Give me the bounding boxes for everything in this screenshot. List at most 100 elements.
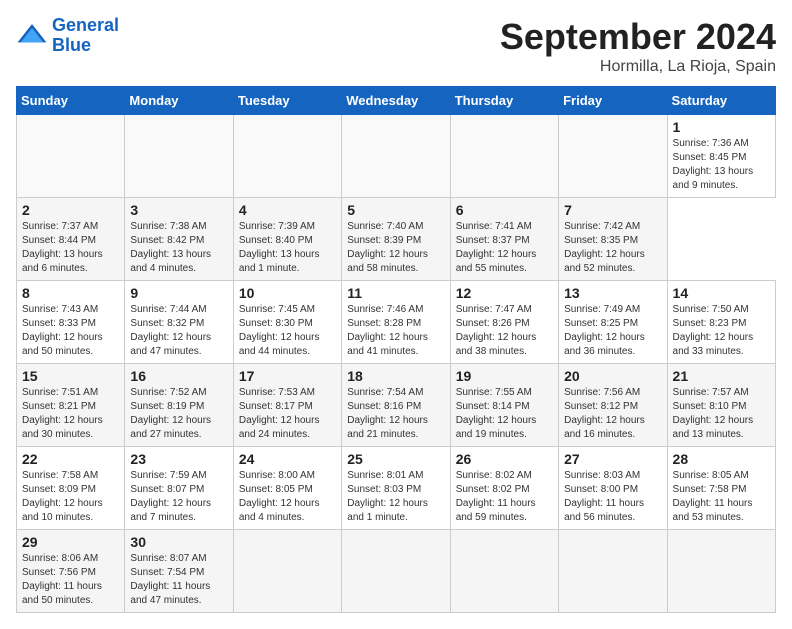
logo-icon <box>16 20 48 52</box>
day-number: 23 <box>130 451 227 467</box>
calendar-cell: 11Sunrise: 7:46 AM Sunset: 8:28 PM Dayli… <box>342 281 450 364</box>
calendar-table: SundayMondayTuesdayWednesdayThursdayFrid… <box>16 86 776 613</box>
calendar-cell: 17 Sunrise: 7:53 AM Sunset: 8:17 PM Dayli… <box>233 364 341 447</box>
calendar-cell: 16 Sunrise: 7:52 AM Sunset: 8:19 PM Dayli… <box>125 364 233 447</box>
month-title: September 2024 <box>500 16 776 58</box>
day-number: 25 <box>347 451 444 467</box>
calendar-cell <box>342 115 450 198</box>
day-info: Sunrise: 7:44 AM Sunset: 8:32 PM Dayligh… <box>130 303 227 359</box>
day-number: 22 <box>22 451 119 467</box>
day-number: 28 <box>673 451 770 467</box>
dow-header-saturday: Saturday <box>667 87 775 115</box>
calendar-cell: 18 Sunrise: 7:54 AM Sunset: 8:16 PM Dayli… <box>342 364 450 447</box>
day-number: 16 <box>130 368 227 384</box>
calendar-cell: 27 Sunrise: 8:03 AM Sunset: 8:00 PM Dayli… <box>559 447 667 530</box>
dow-header-wednesday: Wednesday <box>342 87 450 115</box>
calendar-cell: 20 Sunrise: 7:56 AM Sunset: 8:12 PM Dayli… <box>559 364 667 447</box>
day-number: 10 <box>239 285 336 301</box>
day-info: Sunrise: 7:59 AM Sunset: 8:07 PM Dayligh… <box>130 469 227 525</box>
day-number: 8 <box>22 285 119 301</box>
title-area: September 2024 Hormilla, La Rioja, Spain <box>500 16 776 76</box>
day-number: 5 <box>347 202 444 218</box>
calendar-cell <box>233 115 341 198</box>
day-number: 12 <box>456 285 553 301</box>
day-number: 2 <box>22 202 119 218</box>
day-number: 27 <box>564 451 661 467</box>
day-number: 20 <box>564 368 661 384</box>
day-info: Sunrise: 7:53 AM Sunset: 8:17 PM Dayligh… <box>239 386 336 442</box>
logo-line2: Blue <box>52 36 119 56</box>
day-number: 17 <box>239 368 336 384</box>
calendar-cell <box>342 530 450 613</box>
day-info: Sunrise: 7:36 AM Sunset: 8:45 PM Dayligh… <box>673 137 770 193</box>
header: General Blue September 2024 Hormilla, La… <box>16 16 776 76</box>
dow-header-monday: Monday <box>125 87 233 115</box>
day-number: 24 <box>239 451 336 467</box>
calendar-cell: 7Sunrise: 7:42 AM Sunset: 8:35 PM Daylig… <box>559 198 667 281</box>
day-number: 19 <box>456 368 553 384</box>
dow-header-tuesday: Tuesday <box>233 87 341 115</box>
calendar-cell: 28 Sunrise: 8:05 AM Sunset: 7:58 PM Dayli… <box>667 447 775 530</box>
location-title: Hormilla, La Rioja, Spain <box>500 58 776 76</box>
calendar-cell: 13 Sunrise: 7:49 AM Sunset: 8:25 PM Dayli… <box>559 281 667 364</box>
day-info: Sunrise: 7:40 AM Sunset: 8:39 PM Dayligh… <box>347 220 444 276</box>
day-info: Sunrise: 7:55 AM Sunset: 8:14 PM Dayligh… <box>456 386 553 442</box>
day-info: Sunrise: 7:57 AM Sunset: 8:10 PM Dayligh… <box>673 386 770 442</box>
calendar-cell <box>450 115 558 198</box>
calendar-cell: 12 Sunrise: 7:47 AM Sunset: 8:26 PM Dayli… <box>450 281 558 364</box>
day-info: Sunrise: 8:03 AM Sunset: 8:00 PM Dayligh… <box>564 469 661 525</box>
day-info: Sunrise: 8:05 AM Sunset: 7:58 PM Dayligh… <box>673 469 770 525</box>
calendar-cell: 23 Sunrise: 7:59 AM Sunset: 8:07 PM Dayli… <box>125 447 233 530</box>
calendar-cell: 15 Sunrise: 7:51 AM Sunset: 8:21 PM Dayli… <box>17 364 125 447</box>
day-number: 14 <box>673 285 770 301</box>
calendar-cell: 3 Sunrise: 7:38 AM Sunset: 8:42 PM Daylig… <box>125 198 233 281</box>
day-info: Sunrise: 7:47 AM Sunset: 8:26 PM Dayligh… <box>456 303 553 359</box>
calendar-cell: 29Sunrise: 8:06 AM Sunset: 7:56 PM Dayli… <box>17 530 125 613</box>
calendar-cell: 19 Sunrise: 7:55 AM Sunset: 8:14 PM Dayli… <box>450 364 558 447</box>
calendar-cell: 1Sunrise: 7:36 AM Sunset: 8:45 PM Daylig… <box>667 115 775 198</box>
calendar-cell: 25Sunrise: 8:01 AM Sunset: 8:03 PM Dayli… <box>342 447 450 530</box>
calendar-cell <box>667 530 775 613</box>
day-info: Sunrise: 7:49 AM Sunset: 8:25 PM Dayligh… <box>564 303 661 359</box>
logo: General Blue <box>16 16 119 56</box>
day-info: Sunrise: 7:46 AM Sunset: 8:28 PM Dayligh… <box>347 303 444 359</box>
day-info: Sunrise: 8:06 AM Sunset: 7:56 PM Dayligh… <box>22 552 119 608</box>
day-number: 15 <box>22 368 119 384</box>
day-info: Sunrise: 7:51 AM Sunset: 8:21 PM Dayligh… <box>22 386 119 442</box>
day-info: Sunrise: 7:37 AM Sunset: 8:44 PM Dayligh… <box>22 220 119 276</box>
day-info: Sunrise: 7:39 AM Sunset: 8:40 PM Dayligh… <box>239 220 336 276</box>
logo-text: General Blue <box>52 16 119 56</box>
calendar-cell: 9Sunrise: 7:44 AM Sunset: 8:32 PM Daylig… <box>125 281 233 364</box>
day-info: Sunrise: 7:42 AM Sunset: 8:35 PM Dayligh… <box>564 220 661 276</box>
day-info: Sunrise: 8:07 AM Sunset: 7:54 PM Dayligh… <box>130 552 227 608</box>
calendar-cell: 6 Sunrise: 7:41 AM Sunset: 8:37 PM Daylig… <box>450 198 558 281</box>
day-info: Sunrise: 7:45 AM Sunset: 8:30 PM Dayligh… <box>239 303 336 359</box>
day-number: 3 <box>130 202 227 218</box>
day-info: Sunrise: 7:43 AM Sunset: 8:33 PM Dayligh… <box>22 303 119 359</box>
dow-header-sunday: Sunday <box>17 87 125 115</box>
calendar-cell: 4 Sunrise: 7:39 AM Sunset: 8:40 PM Daylig… <box>233 198 341 281</box>
day-info: Sunrise: 7:54 AM Sunset: 8:16 PM Dayligh… <box>347 386 444 442</box>
day-number: 6 <box>456 202 553 218</box>
day-info: Sunrise: 8:02 AM Sunset: 8:02 PM Dayligh… <box>456 469 553 525</box>
day-info: Sunrise: 7:38 AM Sunset: 8:42 PM Dayligh… <box>130 220 227 276</box>
calendar-cell: 2 Sunrise: 7:37 AM Sunset: 8:44 PM Daylig… <box>17 198 125 281</box>
day-number: 4 <box>239 202 336 218</box>
calendar-cell: 8 Sunrise: 7:43 AM Sunset: 8:33 PM Daylig… <box>17 281 125 364</box>
calendar-cell: 30 Sunrise: 8:07 AM Sunset: 7:54 PM Dayli… <box>125 530 233 613</box>
calendar-cell: 10 Sunrise: 7:45 AM Sunset: 8:30 PM Dayli… <box>233 281 341 364</box>
day-number: 13 <box>564 285 661 301</box>
day-info: Sunrise: 7:56 AM Sunset: 8:12 PM Dayligh… <box>564 386 661 442</box>
calendar-cell: 22Sunrise: 7:58 AM Sunset: 8:09 PM Dayli… <box>17 447 125 530</box>
day-number: 18 <box>347 368 444 384</box>
calendar-cell: 24Sunrise: 8:00 AM Sunset: 8:05 PM Dayli… <box>233 447 341 530</box>
calendar-cell: 26 Sunrise: 8:02 AM Sunset: 8:02 PM Dayli… <box>450 447 558 530</box>
day-info: Sunrise: 7:41 AM Sunset: 8:37 PM Dayligh… <box>456 220 553 276</box>
day-info: Sunrise: 7:52 AM Sunset: 8:19 PM Dayligh… <box>130 386 227 442</box>
day-number: 26 <box>456 451 553 467</box>
day-number: 30 <box>130 534 227 550</box>
calendar-cell: 14Sunrise: 7:50 AM Sunset: 8:23 PM Dayli… <box>667 281 775 364</box>
dow-header-friday: Friday <box>559 87 667 115</box>
calendar-cell <box>559 115 667 198</box>
calendar-cell <box>233 530 341 613</box>
